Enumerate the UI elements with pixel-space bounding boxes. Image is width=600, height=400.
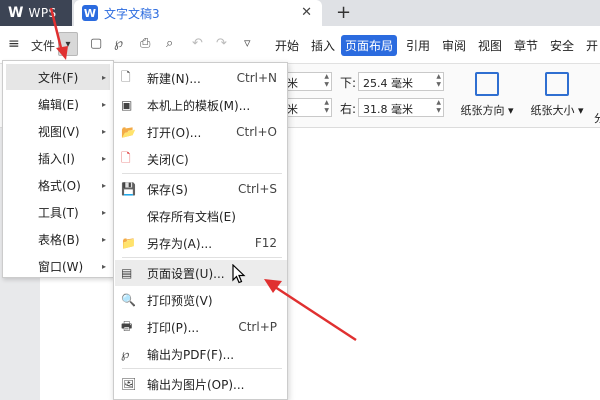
tab-review[interactable]: 审阅: [442, 37, 466, 54]
page-setup-icon: ▤: [121, 266, 133, 280]
menu-item-save-as[interactable]: 📁 另存为(A)... F12: [115, 230, 287, 256]
menu-item-page-setup[interactable]: ▤ 页面设置(U)...: [115, 260, 287, 286]
menu-item-save-all[interactable]: 保存所有文档(E): [115, 203, 287, 229]
margin-right-label: 右:: [340, 102, 357, 116]
menu-separator: [122, 368, 282, 369]
paper-orientation-button[interactable]: 纸张方向 ▾: [452, 72, 522, 118]
wps-home-tab[interactable]: W WPS: [0, 0, 72, 26]
tab-chapter[interactable]: 章节: [514, 37, 538, 54]
tab-references[interactable]: 引用: [406, 37, 430, 54]
columns-button[interactable]: 分: [594, 110, 600, 126]
shortcut: F12: [254, 236, 277, 250]
file-submenu: 🗋 新建(N)... Ctrl+N ▣ 本机上的模板(M)... 📂 打开(O)…: [113, 62, 288, 400]
menu-item-print-preview[interactable]: 🔍 打印预览(V): [115, 287, 287, 313]
print-preview-icon[interactable]: ⌕: [166, 36, 173, 51]
new-tab-button[interactable]: +: [336, 2, 351, 23]
template-icon: ▣: [121, 98, 133, 112]
menu-item-open[interactable]: 📂 打开(O)... Ctrl+O: [115, 119, 287, 145]
submenu-arrow-icon: ▸: [101, 234, 106, 244]
menu-item-local-templates[interactable]: ▣ 本机上的模板(M)...: [115, 92, 287, 118]
main-menu: 文件(F) ▸ 编辑(E) ▸ 视图(V) ▸ 插入(I) ▸ 格式(O) ▸ …: [2, 60, 114, 278]
menu-separator: [122, 173, 282, 174]
menu-item-tools[interactable]: 工具(T) ▸: [6, 199, 110, 225]
new-doc-icon: 🗋: [121, 69, 131, 84]
shortcut: Ctrl+S: [237, 182, 277, 196]
quick-toolbar: ≡ 文件 ▾ ▢ ℘ ⎙ ⌕ ↶ ↷ ▿ 开始 插入 页面布局 引用 审阅 视图…: [0, 26, 600, 64]
menu-item-print[interactable]: 🖶 打印(P)... Ctrl+P: [115, 314, 287, 340]
mouse-cursor-icon: [232, 264, 246, 284]
save-icon[interactable]: ▢: [90, 36, 102, 51]
wps-logo-icon: W: [8, 5, 24, 21]
tab-security[interactable]: 安全: [550, 37, 574, 54]
submenu-arrow-icon: ▸: [101, 72, 106, 82]
menu-item-view[interactable]: 视图(V) ▸: [6, 118, 110, 144]
menu-item-new[interactable]: 🗋 新建(N)... Ctrl+N: [115, 65, 287, 91]
print-icon[interactable]: ⎙: [140, 36, 150, 51]
menu-item-save[interactable]: 💾 保存(S) Ctrl+S: [115, 176, 287, 202]
submenu-arrow-icon: ▸: [101, 180, 106, 190]
menu-item-export-image[interactable]: 🖼 输出为图片(OP)...: [115, 371, 287, 397]
submenu-arrow-icon: ▸: [101, 153, 106, 163]
document-tab-title: 文字文稿3: [104, 6, 160, 21]
margin-bottom-label: 下:: [340, 76, 357, 90]
orientation-icon: [475, 72, 499, 96]
document-tab[interactable]: W 文字文稿3 ✕: [74, 0, 322, 26]
pdf-icon: ℘: [121, 347, 130, 361]
menu-item-edit[interactable]: 编辑(E) ▸: [6, 91, 110, 117]
menu-item-table[interactable]: 表格(B) ▸: [6, 226, 110, 252]
menu-item-file[interactable]: 文件(F) ▸: [6, 64, 110, 90]
hamburger-menu-icon[interactable]: ≡: [8, 36, 20, 52]
menu-item-window[interactable]: 窗口(W) ▸: [6, 253, 110, 279]
print-preview-icon: 🔍: [121, 293, 136, 307]
file-menu-dropdown-button[interactable]: ▾: [58, 32, 78, 56]
submenu-arrow-icon: ▸: [101, 99, 106, 109]
shortcut: Ctrl+P: [238, 320, 277, 334]
image-export-icon: 🖼: [121, 377, 137, 391]
menu-item-close[interactable]: 🗋 关闭(C): [115, 146, 287, 172]
paper-size-icon: [545, 72, 569, 96]
redo-icon[interactable]: ↷: [216, 36, 227, 51]
print-icon: 🖶: [121, 318, 133, 333]
margin-top-input[interactable]: 米 ▲ ▼: [282, 72, 332, 91]
submenu-arrow-icon: ▸: [101, 261, 106, 271]
paper-size-button[interactable]: 纸张大小 ▾: [522, 72, 592, 118]
save-as-icon: 📁: [121, 236, 136, 250]
export-pdf-icon[interactable]: ℘: [114, 36, 123, 51]
menu-item-format[interactable]: 格式(O) ▸: [6, 172, 110, 198]
file-menu-button[interactable]: 文件: [31, 37, 55, 54]
margin-right-input[interactable]: 31.8 毫米 ▲ ▼: [358, 98, 444, 117]
open-folder-icon: 📂: [121, 125, 136, 139]
submenu-arrow-icon: ▸: [101, 207, 106, 217]
menu-separator: [122, 257, 282, 258]
undo-icon[interactable]: ↶: [192, 36, 203, 51]
app-name: WPS: [28, 6, 57, 20]
tab-insert[interactable]: 插入: [311, 37, 335, 54]
shortcut: Ctrl+N: [236, 71, 277, 85]
submenu-arrow-icon: ▸: [101, 126, 106, 136]
customize-toolbar-icon[interactable]: ▿: [244, 36, 251, 51]
shortcut: Ctrl+O: [236, 125, 277, 139]
tab-more[interactable]: 开: [586, 37, 598, 54]
margin-left-input[interactable]: 米 ▲ ▼: [282, 98, 332, 117]
menu-item-insert[interactable]: 插入(I) ▸: [6, 145, 110, 171]
close-icon[interactable]: ✕: [301, 5, 312, 20]
save-icon: 💾: [121, 182, 136, 196]
tab-page-layout[interactable]: 页面布局: [341, 35, 398, 56]
writer-doc-icon: W: [82, 5, 98, 21]
close-doc-icon: 🗋: [121, 150, 131, 165]
menu-item-export-pdf[interactable]: ℘ 输出为PDF(F)...: [115, 341, 287, 367]
margin-bottom-input[interactable]: 25.4 毫米 ▲ ▼: [358, 72, 444, 91]
title-bar: W WPS W 文字文稿3 ✕ +: [0, 0, 600, 26]
tab-home[interactable]: 开始: [275, 37, 299, 54]
tab-view[interactable]: 视图: [478, 37, 502, 54]
